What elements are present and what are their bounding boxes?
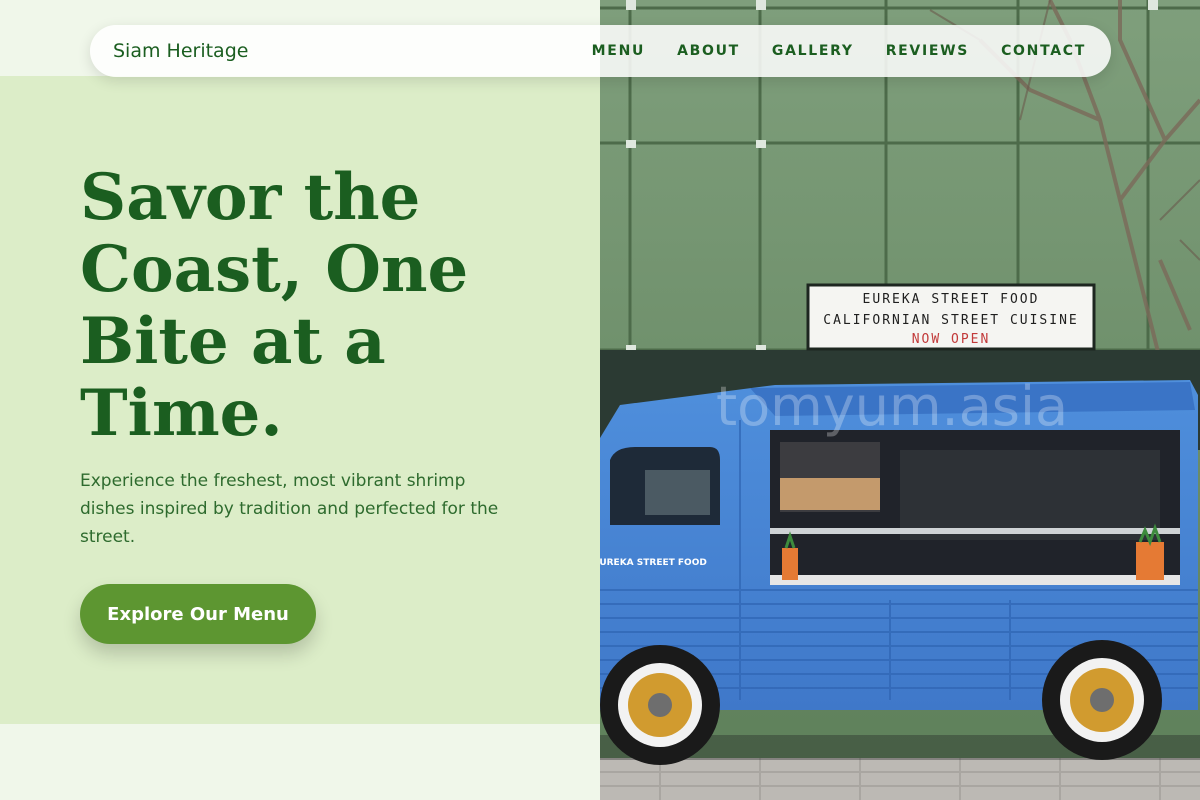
nav-item-about[interactable]: ABOUT (677, 43, 740, 59)
explore-menu-button[interactable]: Explore Our Menu (80, 584, 316, 644)
nav-item-contact[interactable]: CONTACT (1001, 43, 1086, 59)
nav-menu: MENU ABOUT GALLERY REVIEWS CONTACT (560, 43, 1086, 59)
food-truck-photo: EUREKA STREET FOOD CALIFORNIAN STREET CU… (600, 0, 1200, 800)
hero-headline: Savor the Coast, One Bite at a Time. (80, 160, 469, 451)
truck-label: EUREKA STREET FOOD (600, 558, 707, 568)
top-navbar: Siam Heritage MENU ABOUT GALLERY REVIEWS… (90, 25, 1111, 77)
sign-line-3: NOW OPEN (912, 332, 991, 347)
nav-item-reviews[interactable]: REVIEWS (886, 43, 969, 59)
nav-item-menu[interactable]: MENU (592, 43, 645, 59)
sign-line-2: CALIFORNIAN STREET CUISINE (823, 313, 1079, 328)
brand-logo[interactable]: Siam Heritage (113, 40, 248, 62)
nav-item-gallery[interactable]: GALLERY (772, 43, 854, 59)
sign-line-1: EUREKA STREET FOOD (863, 292, 1040, 307)
hero-subtext: Experience the freshest, most vibrant sh… (80, 471, 499, 547)
watermark: tomyum.asia (716, 375, 1068, 438)
